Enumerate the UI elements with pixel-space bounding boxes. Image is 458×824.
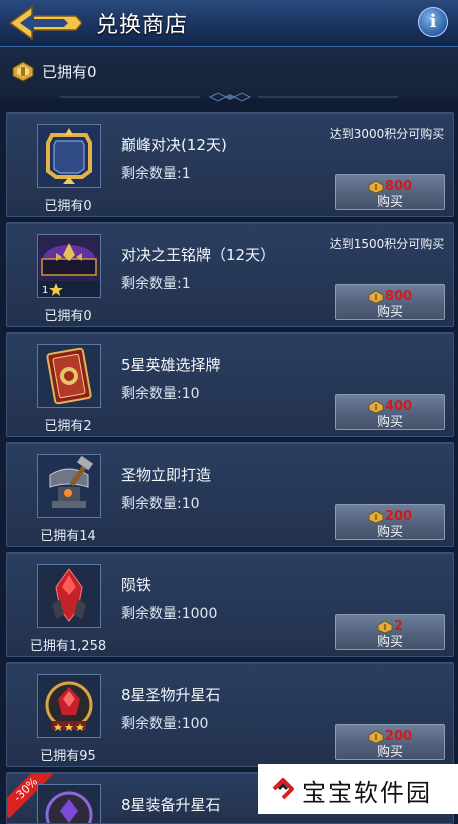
buy-button[interactable]: 200 购买 bbox=[335, 504, 445, 540]
list-item: 1 已拥有0 对决之王铭牌（12天） 剩余数量:1 达到1500积分可购买 80… bbox=[6, 222, 454, 327]
list-item: 已拥有1,258 陨铁 剩余数量:1000 2 购买 bbox=[6, 552, 454, 657]
owned-count: 已拥有0 bbox=[44, 309, 92, 324]
item-name: 巅峰对决(12天) bbox=[121, 136, 227, 154]
remaining-stock: 剩余数量:10 bbox=[121, 496, 200, 512]
item-thumbnail bbox=[37, 124, 101, 188]
anvil-hammer-icon bbox=[38, 455, 100, 517]
star-stone-icon bbox=[38, 675, 100, 737]
frame-icon bbox=[38, 125, 100, 187]
buy-button[interactable]: 200 购买 bbox=[335, 724, 445, 760]
item-name: 8星圣物升星石 bbox=[121, 686, 221, 704]
item-thumbnail bbox=[37, 344, 101, 408]
owned-currency-label: 已拥有0 bbox=[42, 63, 97, 81]
buy-button[interactable]: 400 购买 bbox=[335, 394, 445, 430]
remaining-stock: 剩余数量:1000 bbox=[121, 606, 218, 622]
purchase-requirement: 达到3000积分可购买 bbox=[329, 127, 445, 141]
list-item: 已拥有14 圣物立即打造 剩余数量:10 200 购买 bbox=[6, 442, 454, 547]
equip-stone-icon bbox=[38, 785, 100, 823]
item-name: 圣物立即打造 bbox=[121, 466, 212, 484]
buy-label: 购买 bbox=[376, 305, 403, 320]
list-item: 已拥有95 8星圣物升星石 剩余数量:100 200 购买 bbox=[6, 662, 454, 767]
purchase-requirement: 达到1500积分可购买 bbox=[329, 237, 445, 251]
info-icon[interactable]: i bbox=[418, 7, 448, 37]
item-name: 对决之王铭牌（12天） bbox=[121, 246, 276, 264]
currency-bar: 已拥有0 bbox=[0, 47, 458, 102]
buy-label: 购买 bbox=[376, 415, 403, 430]
item-thumbnail bbox=[37, 784, 101, 823]
watermark-overlay: 宝宝软件园 bbox=[258, 764, 458, 814]
buy-label: 购买 bbox=[376, 745, 403, 760]
owned-count: 已拥有0 bbox=[44, 199, 92, 214]
owned-count: 已拥有95 bbox=[40, 749, 96, 764]
back-arrow-icon[interactable] bbox=[6, 4, 82, 42]
list-item: 已拥有0 巅峰对决(12天) 剩余数量:1 达到3000积分可购买 800 购买 bbox=[6, 112, 454, 217]
meteor-iron-icon bbox=[38, 565, 100, 627]
hero-card-icon bbox=[38, 345, 100, 407]
remaining-stock: 剩余数量:1 bbox=[121, 166, 191, 182]
buy-button[interactable]: 800 购买 bbox=[335, 284, 445, 320]
remaining-stock: 剩余数量:10 bbox=[121, 386, 200, 402]
item-name: 陨铁 bbox=[121, 576, 152, 594]
watermark-text: 宝宝软件园 bbox=[302, 779, 432, 807]
list-item: 已拥有2 5星英雄选择牌 剩余数量:10 400 购买 bbox=[6, 332, 454, 437]
level-badge: 1 bbox=[42, 285, 48, 296]
watermark-logo-icon bbox=[272, 778, 294, 800]
item-thumbnail bbox=[37, 674, 101, 738]
buy-button[interactable]: 2 购买 bbox=[335, 614, 445, 650]
owned-count: 已拥有1,258 bbox=[29, 639, 107, 654]
item-thumbnail bbox=[37, 564, 101, 628]
nameplate-icon: 1 bbox=[38, 235, 100, 297]
ornament-divider bbox=[60, 92, 398, 102]
item-name: 8星装备升星石 bbox=[121, 796, 221, 814]
buy-label: 购买 bbox=[376, 635, 403, 650]
item-thumbnail bbox=[37, 454, 101, 518]
item-thumbnail: 1 bbox=[37, 234, 101, 298]
buy-button[interactable]: 800 购买 bbox=[335, 174, 445, 210]
header-bar: 兑换商店 i bbox=[0, 0, 458, 47]
buy-label: 购买 bbox=[376, 195, 403, 210]
remaining-stock: 剩余数量:100 bbox=[121, 716, 209, 732]
page-title: 兑换商店 bbox=[96, 13, 189, 38]
remaining-stock: 剩余数量:1 bbox=[121, 276, 191, 292]
owned-count: 已拥有14 bbox=[40, 529, 96, 544]
buy-label: 购买 bbox=[376, 525, 403, 540]
item-name: 5星英雄选择牌 bbox=[121, 356, 221, 374]
token-currency-icon bbox=[12, 61, 34, 82]
owned-count: 已拥有2 bbox=[44, 419, 92, 434]
